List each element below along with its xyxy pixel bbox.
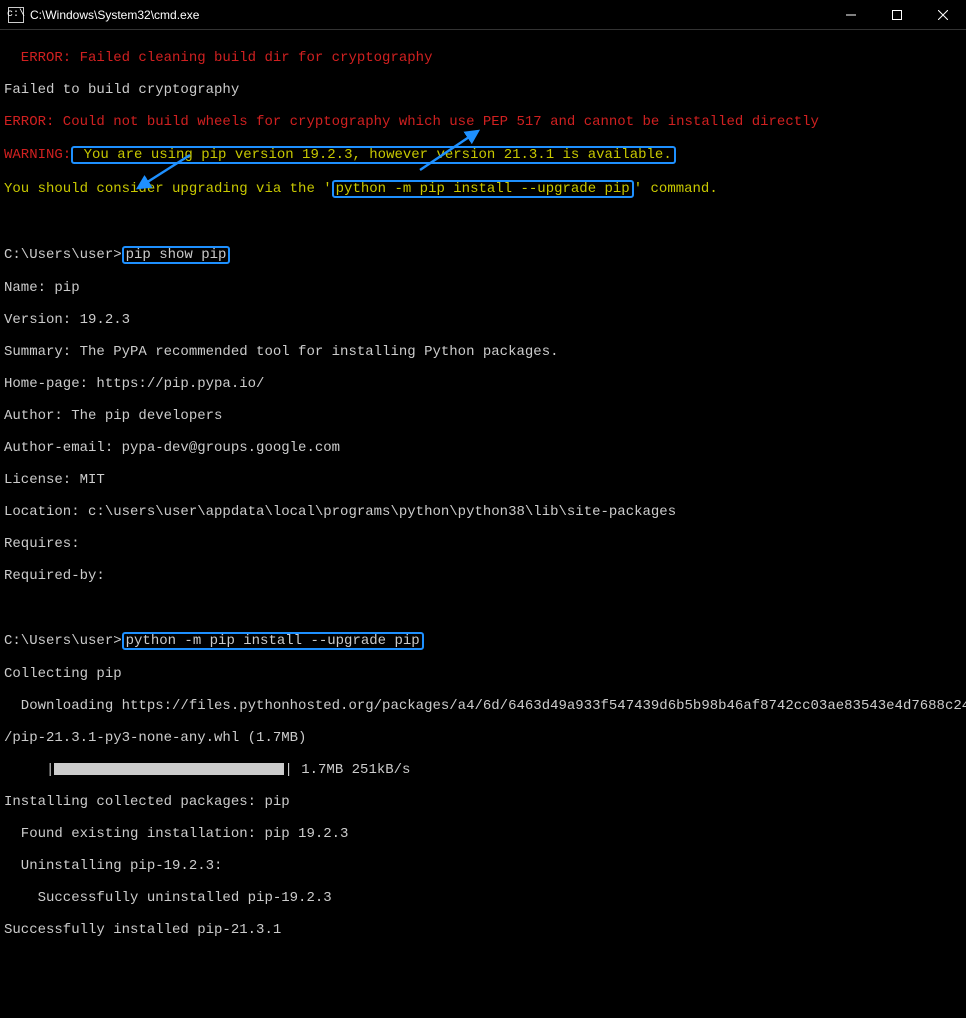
prompt: C:\Users\user> bbox=[4, 633, 122, 649]
warning-line: WARNING: You are using pip version 19.2.… bbox=[4, 146, 962, 164]
output-line: Downloading https://files.pythonhosted.o… bbox=[4, 698, 962, 714]
warning-label: WARNING: bbox=[4, 147, 71, 163]
output-line: Author-email: pypa-dev@groups.google.com bbox=[4, 440, 962, 456]
progress-bar bbox=[54, 763, 284, 775]
output-line: Found existing installation: pip 19.2.3 bbox=[4, 826, 962, 842]
error-line: ERROR: Could not build wheels for crypto… bbox=[4, 114, 962, 130]
output-line: Failed to build cryptography bbox=[4, 82, 962, 98]
window-title: C:\Windows\System32\cmd.exe bbox=[30, 8, 828, 22]
progress-text: 1.7MB 251kB/s bbox=[293, 762, 411, 778]
prompt-line: C:\Users\user>pip show pip bbox=[4, 246, 962, 264]
highlighted-upgrade-cmd: python -m pip install --upgrade pip bbox=[332, 180, 634, 198]
output-line: Collecting pip bbox=[4, 666, 962, 682]
output-line: Installing collected packages: pip bbox=[4, 794, 962, 810]
close-button[interactable] bbox=[920, 0, 966, 30]
maximize-button[interactable] bbox=[874, 0, 920, 30]
output-line: Successfully uninstalled pip-19.2.3 bbox=[4, 890, 962, 906]
terminal-output[interactable]: ERROR: Failed cleaning build dir for cry… bbox=[0, 30, 966, 1018]
output-line: Summary: The PyPA recommended tool for i… bbox=[4, 344, 962, 360]
highlighted-command: python -m pip install --upgrade pip bbox=[122, 632, 424, 650]
upgrade-hint-line: You should consider upgrading via the 'p… bbox=[4, 180, 962, 198]
progress-line: || 1.7MB 251kB/s bbox=[4, 762, 962, 778]
window-titlebar: c:\ C:\Windows\System32\cmd.exe bbox=[0, 0, 966, 30]
output-line: Successfully installed pip-21.3.1 bbox=[4, 922, 962, 938]
output-line: Name: pip bbox=[4, 280, 962, 296]
output-line: /pip-21.3.1-py3-none-any.whl (1.7MB) bbox=[4, 730, 962, 746]
minimize-button[interactable] bbox=[828, 0, 874, 30]
output-line: Version: 19.2.3 bbox=[4, 312, 962, 328]
error-line: ERROR: Failed cleaning build dir for cry… bbox=[4, 50, 962, 66]
output-line: Required-by: bbox=[4, 568, 962, 584]
window-controls bbox=[828, 0, 966, 30]
prompt-line: C:\Users\user>python -m pip install --up… bbox=[4, 632, 962, 650]
output-line: License: MIT bbox=[4, 472, 962, 488]
output-line: Location: c:\users\user\appdata\local\pr… bbox=[4, 504, 962, 520]
output-line: Uninstalling pip-19.2.3: bbox=[4, 858, 962, 874]
highlighted-warning: You are using pip version 19.2.3, howeve… bbox=[71, 146, 676, 164]
blank-line bbox=[4, 214, 962, 230]
output-line: Author: The pip developers bbox=[4, 408, 962, 424]
prompt: C:\Users\user> bbox=[4, 247, 122, 263]
output-line: Requires: bbox=[4, 536, 962, 552]
highlighted-command: pip show pip bbox=[122, 246, 231, 264]
blank-line bbox=[4, 600, 962, 616]
output-line: Home-page: https://pip.pypa.io/ bbox=[4, 376, 962, 392]
cmd-icon: c:\ bbox=[8, 7, 24, 23]
